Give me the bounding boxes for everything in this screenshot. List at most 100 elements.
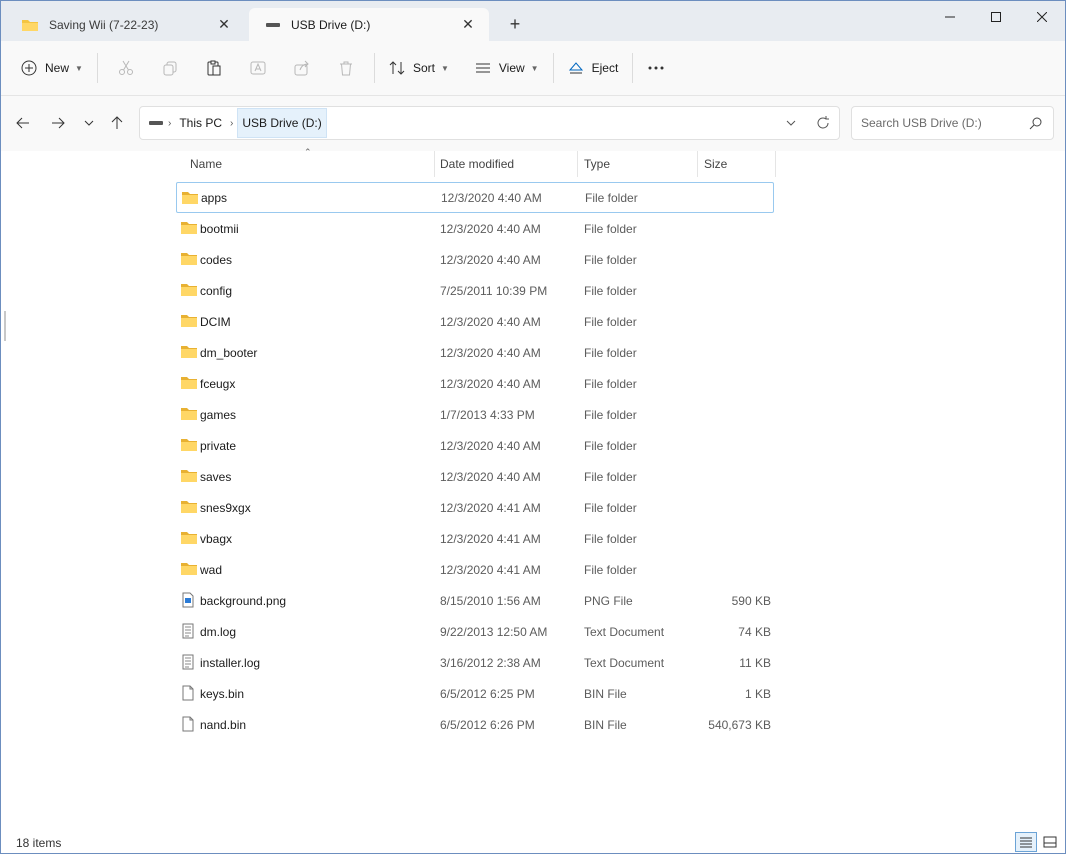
minimize-button[interactable] xyxy=(927,1,973,33)
file-type: File folder xyxy=(584,562,637,577)
file-date-modified: 9/22/2013 12:50 AM xyxy=(440,624,548,639)
table-row[interactable]: games 1/7/2013 4:33 PM File folder xyxy=(176,399,774,430)
chevron-right-icon: › xyxy=(168,117,172,129)
column-headers: ⌃ Name Date modified Type Size xyxy=(176,147,776,177)
table-row[interactable]: background.png 8/15/2010 1:56 AM PNG File 5… xyxy=(176,585,774,616)
maximize-button[interactable] xyxy=(973,1,1019,33)
address-bar[interactable]: › This PC › USB Drive (D:) xyxy=(139,106,840,140)
column-size[interactable]: Size xyxy=(698,151,776,177)
eject-button[interactable]: Eject xyxy=(560,50,627,86)
recent-locations-button[interactable] xyxy=(77,113,101,133)
arrow-up-icon xyxy=(111,116,123,129)
table-row[interactable]: bootmii 12/3/2020 4:40 AM File folder xyxy=(176,213,774,244)
breadcrumb-this-pc[interactable]: This PC xyxy=(175,107,226,139)
column-date-modified[interactable]: Date modified xyxy=(435,151,578,177)
more-options-button[interactable] xyxy=(639,50,673,86)
file-icon xyxy=(180,716,196,732)
tab-saving-wii[interactable]: Saving Wii (7-22-23) ✕ xyxy=(5,8,245,41)
text-file-icon xyxy=(180,654,196,670)
table-row[interactable]: keys.bin 6/5/2012 6:25 PM BIN File 1 KB xyxy=(176,678,774,709)
cut-button[interactable] xyxy=(104,50,148,86)
file-date-modified: 12/3/2020 4:40 AM xyxy=(441,190,542,205)
table-row[interactable]: codes 12/3/2020 4:40 AM File folder xyxy=(176,244,774,275)
close-tab-icon[interactable]: ✕ xyxy=(217,17,231,31)
plus-circle-icon xyxy=(21,60,37,76)
text-file-icon xyxy=(180,623,196,639)
new-tab-button[interactable]: + xyxy=(504,13,526,35)
table-row[interactable]: private 12/3/2020 4:40 AM File folder xyxy=(176,430,774,461)
table-row[interactable]: wad 12/3/2020 4:41 AM File folder xyxy=(176,554,774,585)
drive-icon xyxy=(266,22,280,27)
file-type: File folder xyxy=(584,221,637,236)
table-row[interactable]: apps 12/3/2020 4:40 AM File folder xyxy=(176,182,774,213)
file-name: codes xyxy=(200,252,233,267)
file-type: File folder xyxy=(584,469,637,484)
search-input[interactable] xyxy=(852,107,1022,139)
file-type: File folder xyxy=(584,283,637,298)
folder-icon xyxy=(180,437,197,453)
search-box[interactable] xyxy=(851,106,1054,140)
new-button[interactable]: New ▼ xyxy=(13,50,91,86)
table-row[interactable]: installer.log 3/16/2012 2:38 AM Text Docum… xyxy=(176,647,774,678)
back-button[interactable] xyxy=(11,113,35,133)
rename-button[interactable] xyxy=(236,50,280,86)
file-type: File folder xyxy=(584,376,637,391)
file-type: BIN File xyxy=(584,686,627,701)
large-icons-view-button[interactable] xyxy=(1039,832,1061,852)
table-row[interactable]: nand.bin 6/5/2012 6:26 PM BIN File 540,673 … xyxy=(176,709,774,740)
divider xyxy=(373,53,375,83)
folder-icon xyxy=(180,251,197,267)
refresh-button[interactable] xyxy=(807,107,839,139)
details-view-button[interactable] xyxy=(1015,832,1037,852)
folder-icon xyxy=(180,282,197,298)
forward-button[interactable] xyxy=(46,113,70,133)
close-window-button[interactable] xyxy=(1019,1,1065,33)
close-tab-icon[interactable]: ✕ xyxy=(461,17,475,31)
details-view-icon xyxy=(1020,837,1032,848)
file-explorer-window: Saving Wii (7-22-23) ✕ USB Drive (D:) ✕ … xyxy=(0,0,1066,854)
folder-icon xyxy=(180,530,197,546)
folder-icon xyxy=(180,344,197,360)
table-row[interactable]: snes9xgx 12/3/2020 4:41 AM File folder xyxy=(176,492,774,523)
table-row[interactable]: fceugx 12/3/2020 4:40 AM File folder xyxy=(176,368,774,399)
chevron-down-icon: ▼ xyxy=(440,63,449,73)
tab-usb-drive[interactable]: USB Drive (D:) ✕ xyxy=(249,8,489,41)
view-button[interactable]: View ▼ xyxy=(467,50,547,86)
sort-icon xyxy=(389,61,405,75)
divider xyxy=(552,53,554,83)
file-date-modified: 12/3/2020 4:41 AM xyxy=(440,500,541,515)
copy-button[interactable] xyxy=(148,50,192,86)
table-row[interactable]: dm_booter 12/3/2020 4:40 AM File folder xyxy=(176,337,774,368)
column-type[interactable]: Type xyxy=(578,151,698,177)
chevron-down-icon: ▼ xyxy=(530,63,539,73)
file-name: saves xyxy=(200,469,232,484)
column-name[interactable]: Name xyxy=(176,151,435,177)
view-label: View xyxy=(498,61,525,75)
file-type: PNG File xyxy=(584,593,633,608)
folder-icon xyxy=(180,499,197,515)
file-type: Text Document xyxy=(584,655,665,670)
paste-button[interactable] xyxy=(192,50,236,86)
file-date-modified: 12/3/2020 4:40 AM xyxy=(440,438,541,453)
chevron-down-icon xyxy=(786,120,796,126)
address-history-button[interactable] xyxy=(775,107,807,139)
item-count: 18 items xyxy=(16,836,62,850)
folder-icon xyxy=(180,468,197,484)
table-row[interactable]: vbagx 12/3/2020 4:41 AM File folder xyxy=(176,523,774,554)
file-date-modified: 6/5/2012 6:25 PM xyxy=(440,686,535,701)
table-row[interactable]: dm.log 9/22/2013 12:50 AM Text Document 74 … xyxy=(176,616,774,647)
table-row[interactable]: config 7/25/2011 10:39 PM File folder xyxy=(176,275,774,306)
share-button[interactable] xyxy=(280,50,324,86)
divider xyxy=(96,53,98,83)
sort-button[interactable]: Sort ▼ xyxy=(381,50,457,86)
table-row[interactable]: DCIM 12/3/2020 4:40 AM File folder xyxy=(176,306,774,337)
image-file-icon xyxy=(180,592,196,608)
file-name: vbagx xyxy=(200,531,233,546)
file-name: dm.log xyxy=(200,624,237,639)
breadcrumb-usb-drive[interactable]: USB Drive (D:) xyxy=(237,108,327,138)
refresh-icon xyxy=(817,116,829,129)
resize-handle[interactable] xyxy=(4,311,6,341)
up-button[interactable] xyxy=(105,113,129,133)
table-row[interactable]: saves 12/3/2020 4:40 AM File folder xyxy=(176,461,774,492)
delete-button[interactable] xyxy=(324,50,368,86)
